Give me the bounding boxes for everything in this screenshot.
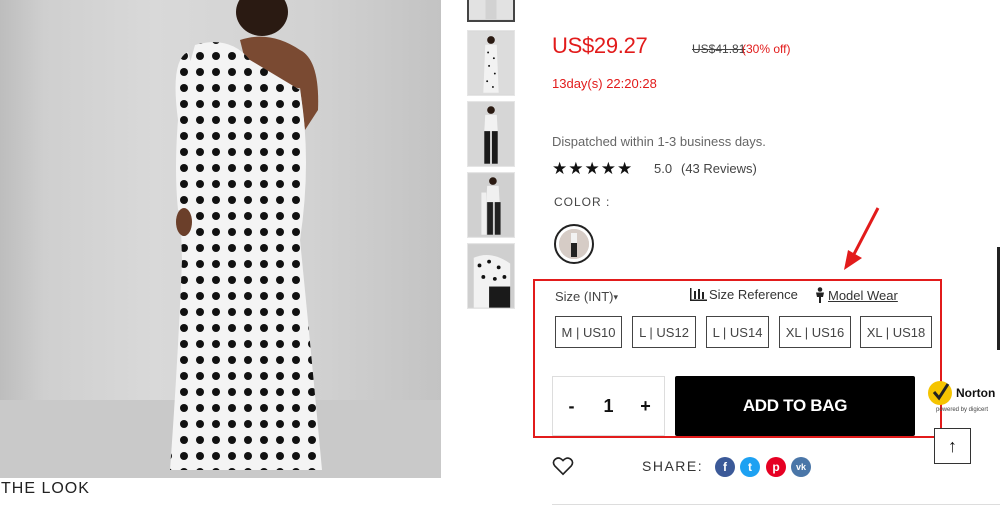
thumbnail-5[interactable] [467, 243, 515, 309]
thumbnail-3[interactable] [467, 101, 515, 167]
size-option-4[interactable]: XL | US16 [779, 316, 851, 348]
the-look-heading: THE LOOK [1, 480, 90, 497]
size-option-2[interactable]: L | US12 [632, 316, 696, 348]
size-option-5[interactable]: XL | US18 [860, 316, 932, 348]
size-dropdown[interactable]: Size (INT)▾ [555, 289, 618, 304]
discount-badge: (30% off) [742, 42, 791, 56]
size-option-1[interactable]: M | US10 [555, 316, 622, 348]
decrease-quantity-button[interactable]: - [557, 396, 587, 417]
annotation-arrow-icon [844, 207, 880, 270]
vk-icon[interactable]: vk [791, 457, 811, 477]
twitter-icon[interactable]: t [740, 457, 760, 477]
heart-icon[interactable] [552, 456, 574, 476]
sale-price: US$29.27 [552, 33, 648, 58]
caret-down-icon: ▾ [613, 292, 619, 302]
model-figure [0, 0, 441, 478]
add-to-bag-button[interactable]: ADD TO BAG [675, 376, 915, 436]
rating-value: 5.0 [654, 161, 673, 176]
main-product-image[interactable] [0, 0, 441, 478]
countdown-timer: 13day(s) 22:20:28 [552, 76, 657, 91]
share-label: SHARE: [642, 458, 704, 474]
reviews-link[interactable]: (43 Reviews) [681, 161, 757, 176]
size-label: Size (INT) [555, 289, 614, 304]
rating-stars: ★★★★★ [552, 159, 634, 178]
person-icon [816, 287, 824, 303]
norton-badge: Norton powered by digicert [926, 378, 1000, 418]
quantity-value[interactable]: 1 [594, 396, 624, 417]
original-price: US$41.81 [692, 42, 746, 56]
thumbnail-1[interactable] [467, 0, 515, 22]
thumbnail-4[interactable] [467, 172, 515, 238]
increase-quantity-button[interactable]: + [631, 396, 661, 417]
thumbnail-2[interactable] [467, 30, 515, 96]
size-option-3[interactable]: L | US14 [706, 316, 769, 348]
arrow-up-icon: ↑ [948, 435, 957, 456]
model-wear-link[interactable]: Model Wear [814, 287, 898, 303]
model-wear-label: Model Wear [828, 287, 898, 303]
norton-powered-by: powered by digicert [936, 407, 989, 413]
size-reference-link[interactable]: Size Reference [690, 287, 798, 302]
quantity-stepper: - 1 + [552, 376, 665, 436]
divider [552, 504, 1000, 505]
facebook-icon[interactable]: f [715, 457, 735, 477]
chart-bar-icon [690, 288, 707, 301]
color-label: COLOR : [554, 195, 611, 209]
norton-label: Norton [956, 386, 996, 400]
size-reference-label: Size Reference [709, 287, 798, 302]
dispatch-info: Dispatched within 1-3 business days. [552, 134, 766, 149]
pinterest-icon[interactable]: p [766, 457, 786, 477]
scroll-to-top-button[interactable]: ↑ [934, 428, 971, 464]
color-swatch[interactable] [554, 224, 594, 264]
